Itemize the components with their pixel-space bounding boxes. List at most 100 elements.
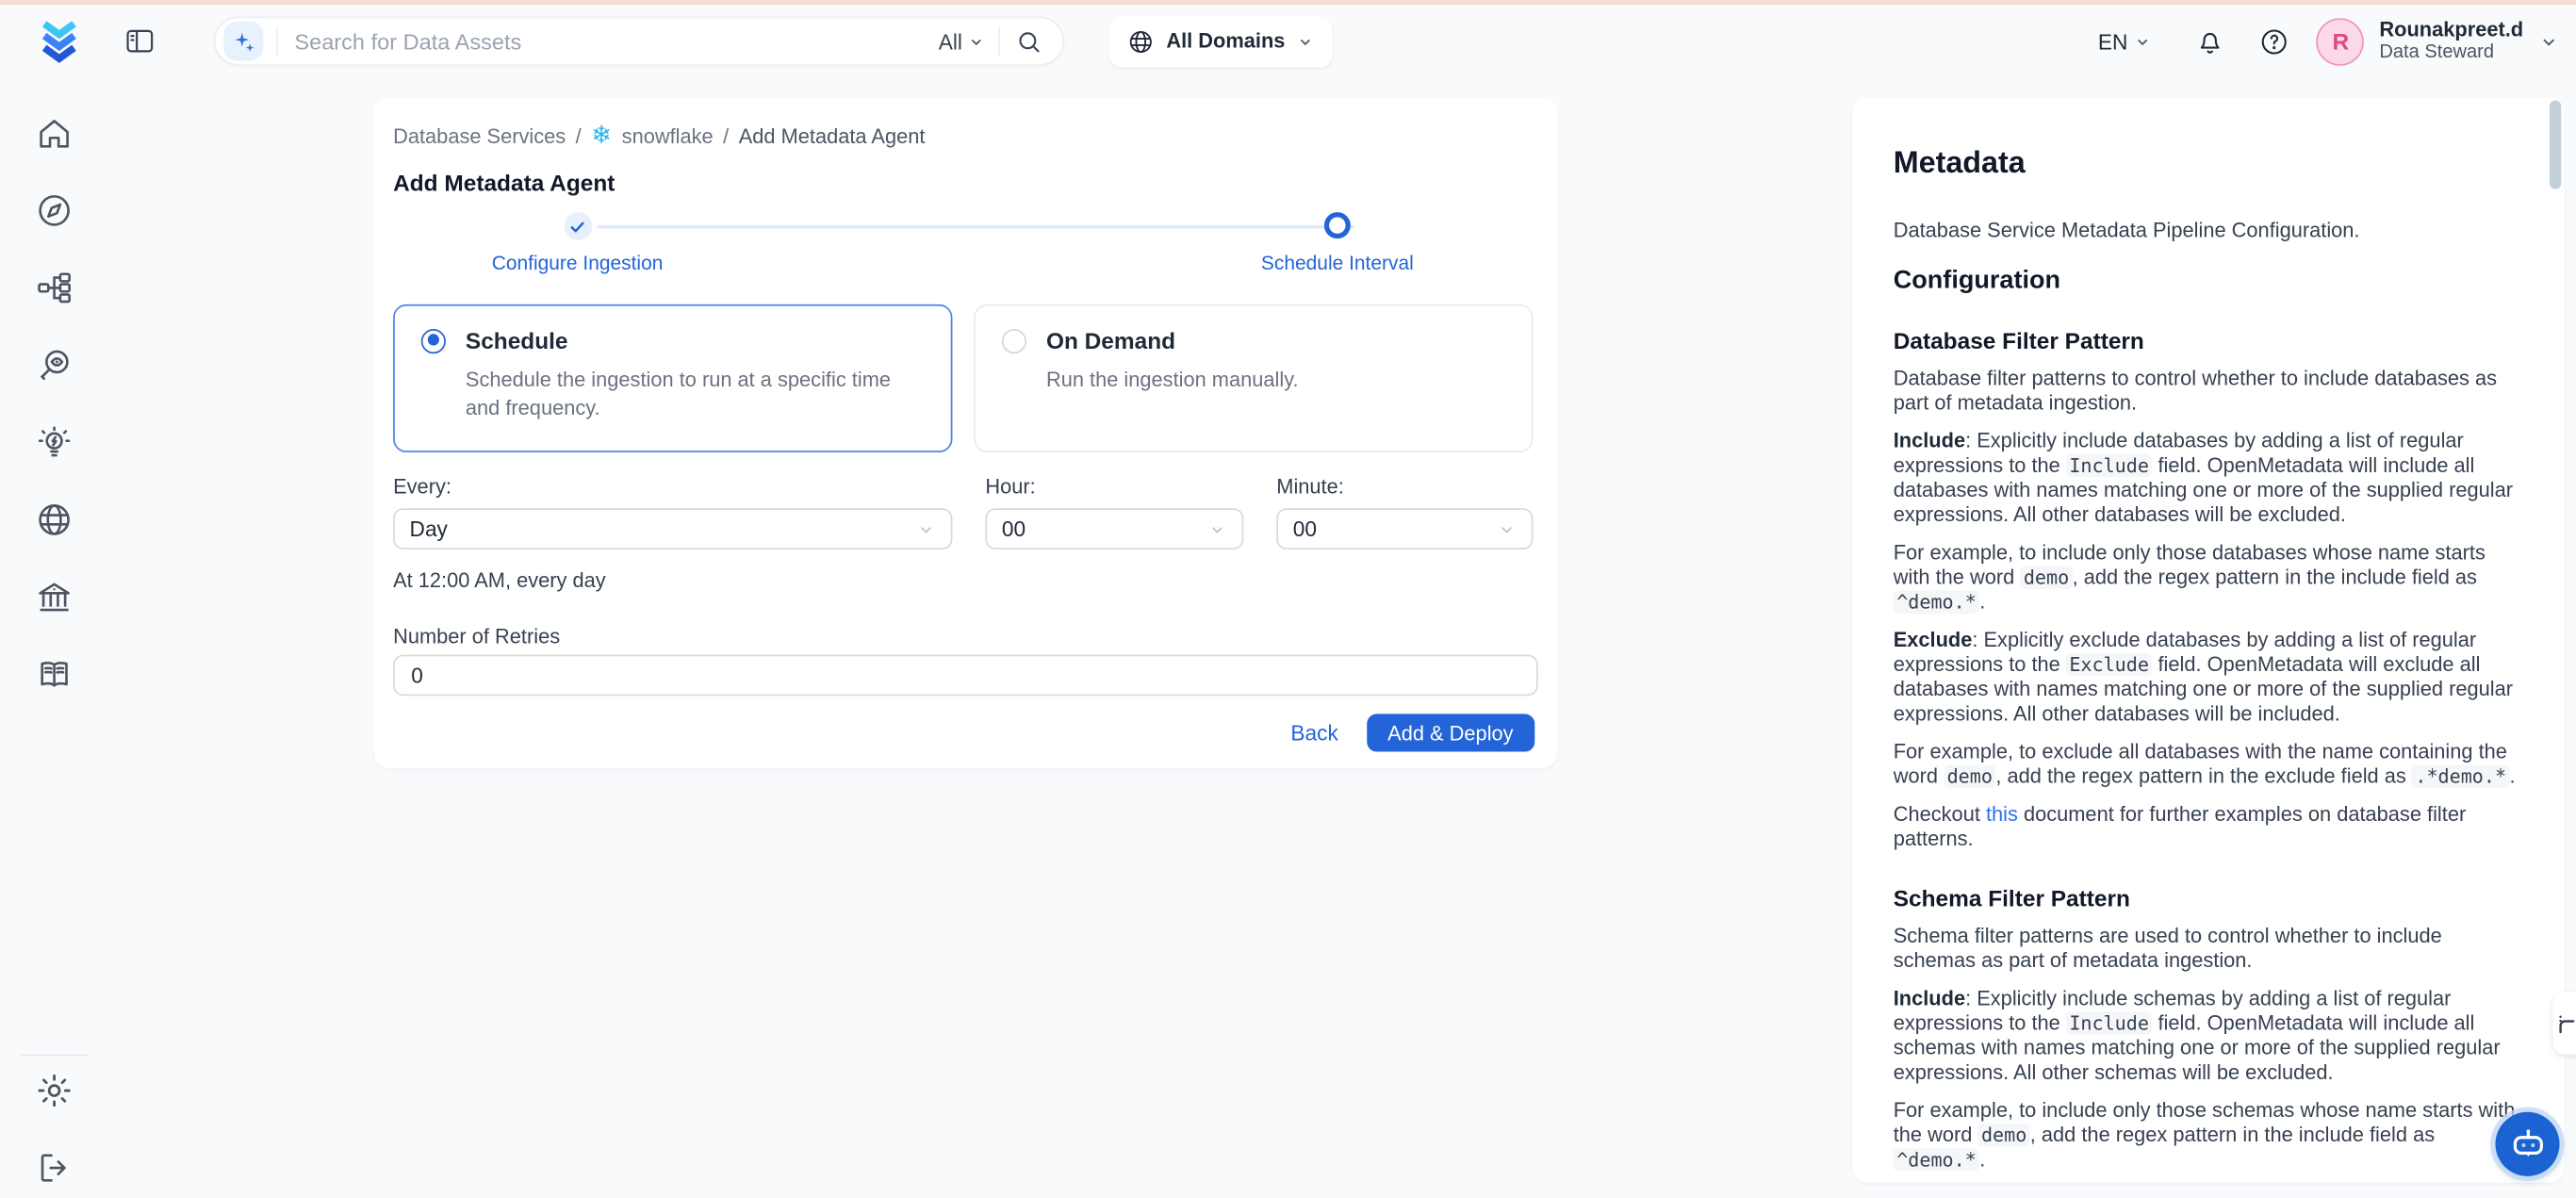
divider xyxy=(19,1055,88,1057)
divider xyxy=(998,26,1000,56)
docs-paragraph: Database filter patterns to control whet… xyxy=(1894,367,2519,416)
search-icon xyxy=(1014,27,1042,56)
search-submit-button[interactable] xyxy=(1013,26,1042,56)
compass-icon xyxy=(34,190,74,230)
notifications-button[interactable] xyxy=(2191,23,2227,58)
docs-paragraph: Include: Explicitly include databases by… xyxy=(1894,429,2519,528)
hour-label: Hour: xyxy=(985,475,1243,498)
openmetadata-logo[interactable] xyxy=(33,15,86,68)
language-dropdown[interactable]: EN xyxy=(2098,29,2153,54)
globe-icon xyxy=(34,501,74,540)
user-menu-chevron[interactable] xyxy=(2536,23,2559,58)
every-select[interactable]: Day xyxy=(393,508,952,550)
sidebar-item-govern[interactable] xyxy=(34,578,74,617)
stepper-connector xyxy=(598,224,1354,227)
sidebar-item-home[interactable] xyxy=(34,113,74,153)
avatar[interactable]: R xyxy=(2317,17,2365,65)
docs-paragraph: For example, to exclude all databases wi… xyxy=(1894,740,2519,789)
page-title: Add Metadata Agent xyxy=(393,170,1538,196)
docs-panel: Metadata Database Service Metadata Pipel… xyxy=(1852,97,2565,1183)
breadcrumb-current: Add Metadata Agent xyxy=(739,124,926,147)
hour-select[interactable]: 00 xyxy=(985,508,1243,550)
book-icon xyxy=(34,655,74,695)
schedule-option-title: Schedule xyxy=(466,327,568,353)
schedule-radio[interactable] xyxy=(421,328,446,353)
sidebar-item-glossary[interactable] xyxy=(34,655,74,695)
on-demand-radio[interactable] xyxy=(1002,328,1026,353)
chat-assistant-button[interactable] xyxy=(2495,1112,2559,1176)
bank-icon xyxy=(34,578,74,617)
user-name: Rounakpreet.d xyxy=(2379,19,2523,42)
docs-paragraph: For example, to include only those datab… xyxy=(1894,541,2519,615)
on-demand-option-card[interactable]: On Demand Run the ingestion manually. xyxy=(974,304,1533,452)
docs-paragraph: Exclude: Explicitly exclude databases by… xyxy=(1894,629,2519,728)
breadcrumb: Database Services / ❄ snowflake / Add Me… xyxy=(393,123,1538,148)
minute-label: Minute: xyxy=(1276,475,1533,498)
chevron-down-icon xyxy=(2134,32,2152,50)
chevron-down-icon xyxy=(1497,519,1517,539)
docs-link[interactable]: this xyxy=(1986,803,2018,826)
sidebar-item-explore[interactable] xyxy=(34,190,74,230)
sidebar-item-settings[interactable] xyxy=(34,1072,74,1111)
docs-scrollbar-thumb[interactable] xyxy=(2550,100,2561,189)
minute-field: Minute: 00 xyxy=(1276,475,1533,550)
divider xyxy=(276,26,278,56)
step-label-configure-ingestion[interactable]: Configure Ingestion xyxy=(492,252,664,274)
domains-label: All Domains xyxy=(1166,29,1285,52)
breadcrumb-separator: / xyxy=(723,124,729,147)
breadcrumb-snowflake[interactable]: snowflake xyxy=(622,124,714,147)
docs-subtitle: Database Service Metadata Pipeline Confi… xyxy=(1894,219,2519,243)
sidebar-bottom xyxy=(0,1055,107,1198)
retries-input[interactable] xyxy=(393,655,1538,697)
robot-icon xyxy=(2506,1123,2549,1165)
retries-label: Number of Retries xyxy=(393,625,1538,648)
step-schedule-interval-circle[interactable] xyxy=(1324,212,1351,238)
hour-field: Hour: 00 xyxy=(985,475,1243,550)
chevron-down-icon xyxy=(916,519,936,539)
docs-paragraph: Include: Explicitly include schemas by a… xyxy=(1894,987,2519,1086)
schedule-frequency-form: Every: Day Hour: 00 Minute: 00 xyxy=(393,475,1538,550)
global-search-bar: All xyxy=(214,16,1064,65)
docs-title: Metadata xyxy=(1894,146,2519,179)
domains-dropdown[interactable]: All Domains xyxy=(1108,16,1333,67)
docs-section-heading: Database Filter Pattern xyxy=(1894,327,2519,353)
step-label-schedule-interval[interactable]: Schedule Interval xyxy=(1261,252,1414,274)
search-scope-dropdown[interactable]: All xyxy=(939,29,986,54)
breadcrumb-database-services[interactable]: Database Services xyxy=(393,124,566,147)
stepper: Configure Ingestion Schedule Interval xyxy=(393,212,1538,287)
search-input[interactable] xyxy=(291,27,939,56)
add-deploy-button[interactable]: Add & Deploy xyxy=(1366,714,1534,751)
help-button[interactable] xyxy=(2256,23,2292,58)
sidebar-toggle-icon xyxy=(123,25,156,57)
minute-select[interactable]: 00 xyxy=(1276,508,1533,550)
step-configure-ingestion-circle[interactable] xyxy=(564,212,592,240)
sidebar-toggle-button[interactable] xyxy=(122,23,157,58)
chevron-down-icon xyxy=(1207,519,1227,539)
topbar: All All Domains EN xyxy=(0,4,2576,78)
topbar-right: EN R Rounakpreet.d Data Steward xyxy=(2098,17,2560,65)
sidebar-item-domains[interactable] xyxy=(34,501,74,540)
back-button[interactable]: Back xyxy=(1290,720,1337,745)
docs-section-heading: Schema Filter Pattern xyxy=(1894,885,2519,911)
avatar-initial: R xyxy=(2333,28,2350,55)
minute-value: 00 xyxy=(1293,517,1497,541)
schedule-option-description: Schedule the ingestion to run at a speci… xyxy=(466,367,913,422)
sidebar-item-insights[interactable] xyxy=(34,423,74,463)
schedule-option-card[interactable]: Schedule Schedule the ingestion to run a… xyxy=(393,304,952,452)
feedback-tab[interactable] xyxy=(2553,992,2576,1054)
left-sidebar xyxy=(0,77,107,1198)
sidebar-item-logout[interactable] xyxy=(34,1149,74,1189)
on-demand-option-description: Run the ingestion manually. xyxy=(1046,367,1494,395)
chevron-down-icon xyxy=(1297,32,1315,50)
sidebar-item-lineage[interactable] xyxy=(34,268,74,307)
observability-icon xyxy=(34,345,74,385)
ai-sparkle-badge[interactable] xyxy=(223,22,263,61)
schedule-summary: At 12:00 AM, every day xyxy=(393,569,1538,592)
user-menu[interactable]: Rounakpreet.d Data Steward xyxy=(2379,19,2523,64)
footer-actions: Back Add & Deploy xyxy=(393,714,1538,751)
gear-icon xyxy=(34,1072,74,1111)
docs-paragraph: Schema filter patterns are used to contr… xyxy=(1894,925,2519,974)
schedule-type-options: Schedule Schedule the ingestion to run a… xyxy=(393,304,1538,452)
every-value: Day xyxy=(410,517,917,541)
sidebar-item-observability[interactable] xyxy=(34,345,74,385)
